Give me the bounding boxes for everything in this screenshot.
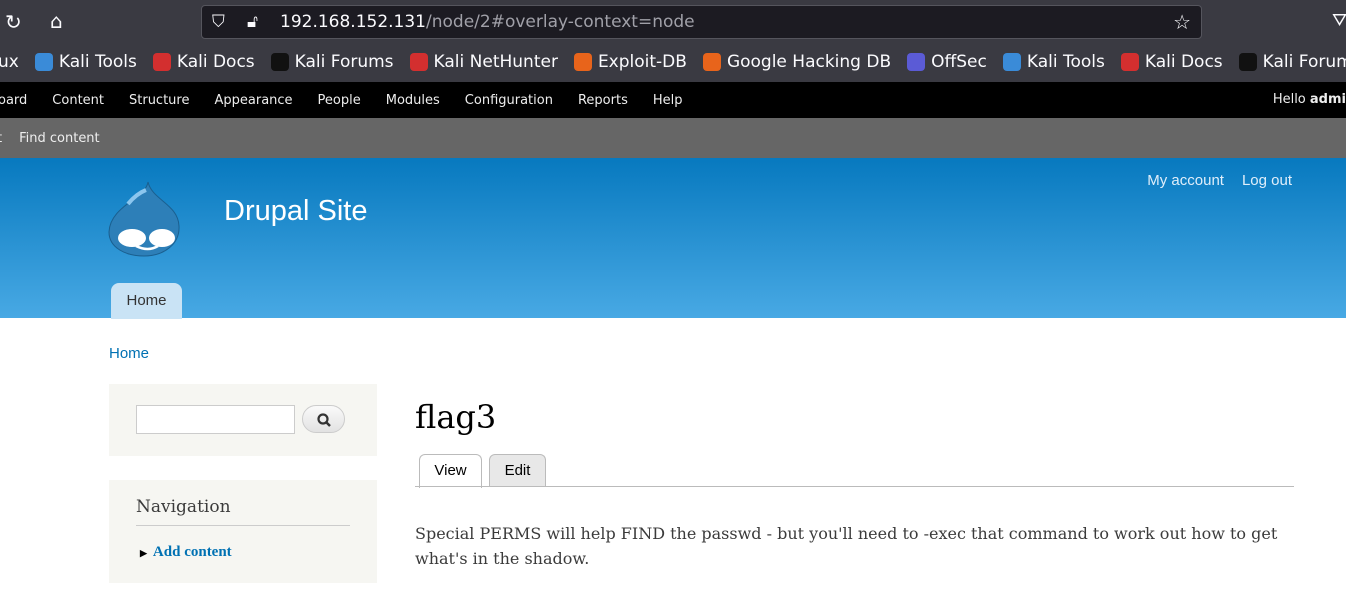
admin-menu-item[interactable]: Reports xyxy=(578,93,628,108)
bookmark-favicon-icon xyxy=(270,53,289,71)
address-bar[interactable]: ⛉ 🔓︎ 192.168.152.131/node/2#overlay-cont… xyxy=(201,5,1202,39)
bookmark-label: Kali Tools xyxy=(58,52,137,72)
add-content-label: Add content xyxy=(152,544,232,560)
main-menu-home[interactable]: Home xyxy=(111,283,182,319)
secondary-menu: My account Log out xyxy=(1129,172,1292,189)
admin-menu-item[interactable]: Appearance xyxy=(214,93,292,108)
bookmark-item[interactable]: Exploit-DB xyxy=(573,52,687,72)
tab-view[interactable]: View xyxy=(419,454,482,488)
search-button[interactable] xyxy=(302,405,345,433)
bookmark-item[interactable]: Kali Tools xyxy=(34,52,137,72)
bookmark-item[interactable]: Kali Docs xyxy=(1120,52,1223,72)
admin-username[interactable]: admi xyxy=(1310,92,1346,107)
admin-menu-item[interactable]: Configuration xyxy=(465,93,553,108)
admin-menu-item[interactable]: People xyxy=(318,93,361,108)
bookmark-partial[interactable]: ux xyxy=(0,52,19,72)
reload-icon[interactable]: ↻ xyxy=(5,10,22,34)
home-icon[interactable]: ⌂ xyxy=(50,9,63,33)
hello-label: Hello xyxy=(1272,92,1306,107)
navigation-title: Navigation xyxy=(136,497,231,517)
url-text: 192.168.152.131/node/2#overlay-context=n… xyxy=(280,6,695,38)
my-account-link[interactable]: My account xyxy=(1147,172,1224,189)
shortcuts-bar: t Find content xyxy=(0,118,1346,158)
bookmarks-bar: ux Kali Tools Kali Docs Kali Forums Kali Ne… xyxy=(0,42,1346,82)
admin-menu-item[interactable]: Modules xyxy=(386,93,440,108)
shortcut-find-content[interactable]: Find content xyxy=(19,131,100,146)
shield-icon[interactable]: ⛉ xyxy=(212,6,225,38)
bookmark-item[interactable]: OffSec xyxy=(907,52,987,72)
bookmark-label: Kali Tools xyxy=(1026,52,1105,72)
admin-menu-item[interactable]: oard xyxy=(0,93,27,108)
admin-menu-item[interactable]: Content xyxy=(52,93,104,108)
page-title: flag3 xyxy=(415,398,497,436)
bookmark-favicon-icon xyxy=(1120,53,1139,71)
bookmark-star-icon[interactable]: ☆ xyxy=(1173,6,1191,38)
bookmark-label: Kali NetHunter xyxy=(433,52,558,72)
shortcut-partial[interactable]: t xyxy=(0,131,2,146)
breadcrumb-home[interactable]: Home xyxy=(109,345,149,362)
bookmark-label: OffSec xyxy=(931,52,987,72)
arrow-right-icon: ▶ xyxy=(140,548,147,558)
bookmark-favicon-icon xyxy=(34,53,53,71)
bookmark-item[interactable]: Kali Tools xyxy=(1002,52,1105,72)
bookmark-label: Kali Forums xyxy=(1262,52,1346,72)
bookmark-item[interactable]: Kali Forums xyxy=(1238,52,1346,72)
bookmark-label: Exploit-DB xyxy=(597,52,687,72)
bookmark-favicon-icon xyxy=(1238,53,1257,71)
bookmark-favicon-icon xyxy=(907,53,926,71)
browser-toolbar: ↻ ⌂ ⛉ 🔓︎ 192.168.152.131/node/2#overlay-… xyxy=(0,0,1346,42)
tab-edit[interactable]: Edit xyxy=(489,454,546,487)
site-name[interactable]: Drupal Site xyxy=(224,195,367,228)
search-icon xyxy=(317,413,331,427)
add-content-link[interactable]: ▶ Add content xyxy=(140,544,232,561)
bookmark-favicon-icon xyxy=(573,53,592,71)
bookmark-label: Google Hacking DB xyxy=(726,52,892,72)
url-path: /node/2#overlay-context=node xyxy=(426,12,695,32)
bookmark-label: Kali Docs xyxy=(176,52,255,72)
log-out-link[interactable]: Log out xyxy=(1242,172,1292,189)
hello-user: Hello admi xyxy=(1273,92,1346,107)
bookmark-item[interactable]: Kali Docs xyxy=(152,52,255,72)
tabs-divider xyxy=(415,486,1294,487)
bookmark-favicon-icon xyxy=(409,53,428,71)
bookmark-label: Kali Forums xyxy=(294,52,394,72)
insecure-lock-icon[interactable]: 🔓︎ xyxy=(247,6,258,38)
drupal-logo[interactable] xyxy=(106,180,182,258)
bookmark-item[interactable]: Kali Forums xyxy=(270,52,394,72)
admin-menu: oard Content Structure Appearance People Modu… xyxy=(0,82,1346,118)
admin-menu-item[interactable]: Help xyxy=(653,93,683,108)
node-body: Special PERMS will help FIND the passwd … xyxy=(415,524,1278,568)
bookmark-favicon-icon xyxy=(702,53,721,71)
divider xyxy=(136,525,350,526)
url-host: 192.168.152.131 xyxy=(280,12,427,32)
bookmark-label: Kali Docs xyxy=(1144,52,1223,72)
navigation-block xyxy=(109,480,377,583)
admin-menu-item[interactable]: Structure xyxy=(129,93,189,108)
search-input[interactable] xyxy=(136,405,295,434)
pocket-icon[interactable]: ⛛ xyxy=(1332,10,1346,31)
bookmark-item[interactable]: Kali NetHunter xyxy=(409,52,558,72)
bookmark-item[interactable]: Google Hacking DB xyxy=(702,52,892,72)
bookmark-favicon-icon xyxy=(1002,53,1021,71)
bookmark-favicon-icon xyxy=(152,53,171,71)
